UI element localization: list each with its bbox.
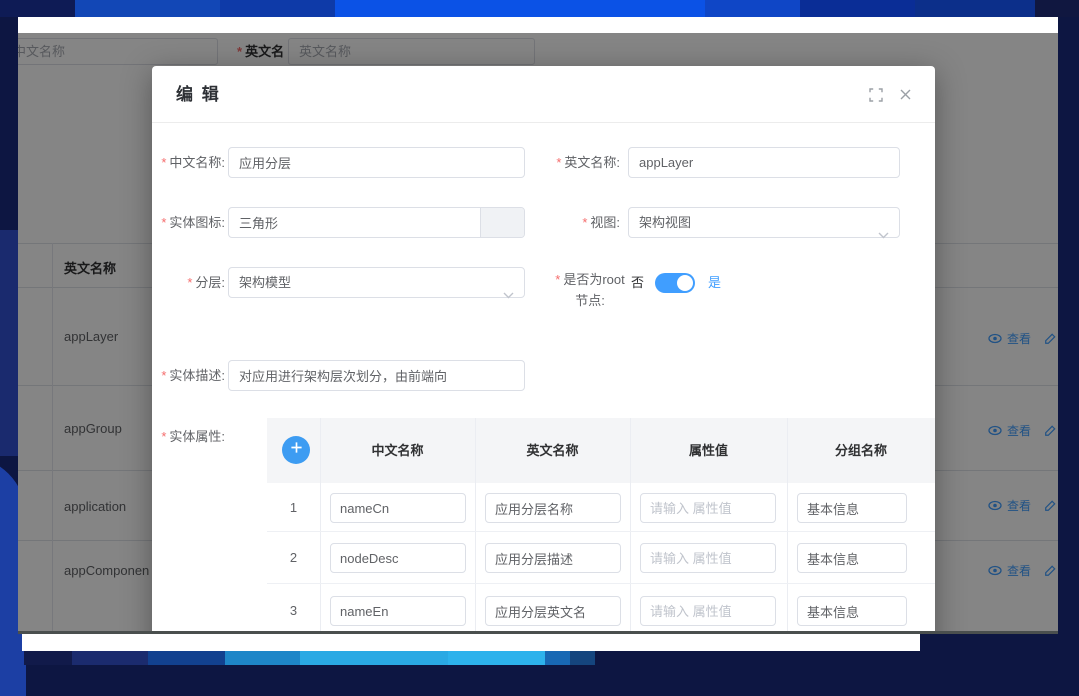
close-icon[interactable] xyxy=(899,88,913,102)
attr-value-input[interactable] xyxy=(640,493,776,523)
required-asterisk: * xyxy=(161,155,166,170)
attr-en-name-input[interactable] xyxy=(485,543,621,573)
deco-segment xyxy=(335,0,705,17)
entity-icon-label: *实体图标: xyxy=(152,207,225,238)
deco-segment xyxy=(75,0,220,17)
toggle-on-label: 是 xyxy=(708,267,721,298)
deco-segment xyxy=(705,0,800,17)
deco-left-strip xyxy=(0,230,18,456)
attr-cn-name-input[interactable] xyxy=(330,543,466,573)
attr-group-input[interactable] xyxy=(797,596,907,626)
deco-segment xyxy=(300,650,448,665)
entity-desc-label: *实体描述: xyxy=(152,360,225,391)
plus-icon xyxy=(290,441,303,459)
add-attribute-button[interactable] xyxy=(282,436,310,464)
deco-segment xyxy=(1035,0,1079,17)
dialog-title: 编 辑 xyxy=(176,66,221,123)
attr-value-input[interactable] xyxy=(640,543,776,573)
layer-select[interactable]: 架构模型 xyxy=(228,267,525,298)
row-index: 2 xyxy=(267,532,320,583)
toggle-off-label: 否 xyxy=(631,267,644,298)
cn-name-input[interactable] xyxy=(228,147,525,178)
view-select-label: *视图: xyxy=(522,207,620,238)
required-asterisk: * xyxy=(555,272,560,287)
fullscreen-icon[interactable] xyxy=(869,88,883,102)
entity-attrs-label: *实体属性: xyxy=(152,418,225,447)
deco-segment xyxy=(72,650,148,665)
is-root-toggle[interactable] xyxy=(655,273,695,293)
layer-select-label: *分层: xyxy=(152,267,225,298)
browser-chrome-strip xyxy=(18,17,1058,33)
en-name-label: *英文名称: xyxy=(522,147,620,178)
row-index: 1 xyxy=(267,483,320,531)
deco-segment xyxy=(220,0,335,17)
chevron-down-icon xyxy=(503,280,514,309)
icon-picker-button[interactable] xyxy=(480,208,524,237)
is-root-label: *是否为root节点: xyxy=(550,269,630,311)
attribute-row: 3 xyxy=(267,584,935,631)
deco-segment xyxy=(448,650,545,665)
deco-segment xyxy=(148,650,225,665)
attribute-table-header: 中文名称 英文名称 属性值 分组名称 xyxy=(267,418,935,483)
row-index: 3 xyxy=(267,584,320,631)
deco-segment xyxy=(0,0,75,17)
attr-group-input[interactable] xyxy=(797,543,907,573)
attr-en-name-input[interactable] xyxy=(485,596,621,626)
deco-segment xyxy=(225,650,300,665)
deco-segment xyxy=(545,650,570,665)
dialog-header: 编 辑 xyxy=(152,66,935,123)
required-asterisk: * xyxy=(161,429,166,444)
deco-segment xyxy=(570,650,595,665)
column-header-group: 分组名称 xyxy=(787,418,935,483)
page-content: *英文名 英文名称 appLayer appGroup application … xyxy=(18,33,1058,631)
attribute-row: 1 xyxy=(267,483,935,532)
deco-segment xyxy=(0,650,24,665)
deco-segment xyxy=(915,0,1035,17)
browser-window: *英文名 英文名称 appLayer appGroup application … xyxy=(18,17,1058,634)
attribute-row: 2 xyxy=(267,532,935,584)
required-asterisk: * xyxy=(161,368,166,383)
attr-en-name-input[interactable] xyxy=(485,493,621,523)
cn-name-label: *中文名称: xyxy=(152,147,225,178)
column-header-value: 属性值 xyxy=(630,418,787,483)
deco-segment xyxy=(24,650,72,665)
column-header-cn-name: 中文名称 xyxy=(320,418,475,483)
required-asterisk: * xyxy=(582,215,587,230)
attr-group-input[interactable] xyxy=(797,493,907,523)
edit-dialog: 编 辑 *中文名称: *英文名称: *实体图标: *视图: 架构视图 xyxy=(152,66,935,631)
view-select[interactable]: 架构视图 xyxy=(628,207,900,238)
chevron-down-icon xyxy=(878,220,889,249)
column-header-en-name: 英文名称 xyxy=(475,418,630,483)
attr-cn-name-input[interactable] xyxy=(330,596,466,626)
entity-icon-field xyxy=(228,207,525,238)
required-asterisk: * xyxy=(161,215,166,230)
attribute-table: 中文名称 英文名称 属性值 分组名称 1 xyxy=(267,418,935,631)
deco-segment xyxy=(800,0,915,17)
required-asterisk: * xyxy=(187,275,192,290)
window-bottom-band xyxy=(22,634,920,651)
en-name-input[interactable] xyxy=(628,147,900,178)
attr-value-input[interactable] xyxy=(640,596,776,626)
required-asterisk: * xyxy=(556,155,561,170)
toggle-knob xyxy=(677,275,693,291)
attr-cn-name-input[interactable] xyxy=(330,493,466,523)
entity-desc-input[interactable] xyxy=(228,360,525,391)
